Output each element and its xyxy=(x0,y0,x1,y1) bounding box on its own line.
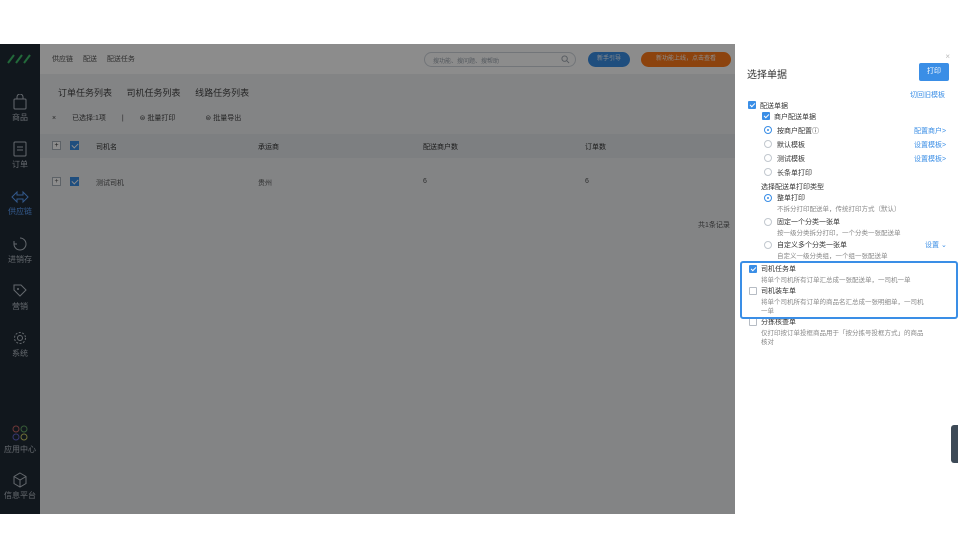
option-label: 测试模板 xyxy=(777,156,805,163)
delivery-doc-checkbox[interactable] xyxy=(748,101,756,109)
print-type-desc: 自定义一级分类组，一个组一张配送单 xyxy=(777,253,888,260)
option-label: 按商户配置ⓘ xyxy=(777,128,819,135)
print-type-label: 固定一个分类一张单 xyxy=(777,219,840,226)
delivery-doc-label: 配送单据 xyxy=(760,103,788,110)
chevron-down-icon: ⌄ xyxy=(940,242,947,249)
print-type-label: 整单打印 xyxy=(777,195,805,202)
switch-template-link[interactable]: 切回旧模板 xyxy=(910,90,945,100)
settings-link[interactable]: 设置 ⌄ xyxy=(925,240,947,250)
app-window: 商品 订单 供应链 进销存 营销 系统 应用中心 信息平台 供应链 配送 配送任… xyxy=(0,44,958,514)
print-button[interactable]: 打印 xyxy=(919,63,949,81)
option-radio[interactable] xyxy=(764,140,772,148)
print-type-desc: 不拆分打印配送单，传统打印方式（默认） xyxy=(777,206,901,213)
merchant-doc-label: 商户配送单据 xyxy=(774,114,816,121)
print-type-title: 选择配送单打印类型 xyxy=(761,184,824,191)
configure-merchant-link[interactable]: 配置商户> xyxy=(914,126,946,136)
merchant-doc-checkbox[interactable] xyxy=(762,112,770,120)
option-radio[interactable] xyxy=(764,168,772,176)
option-label: 长条单打印 xyxy=(777,170,812,177)
settings-label: 设置 xyxy=(925,242,939,249)
sorting-check-desc-2: 核对 xyxy=(761,339,774,346)
modal-overlay[interactable] xyxy=(0,44,735,514)
print-type-label: 自定义多个分类一张单 xyxy=(777,242,847,249)
sorting-check-checkbox[interactable] xyxy=(749,318,757,326)
print-type-radio[interactable] xyxy=(764,194,772,202)
side-handle[interactable] xyxy=(951,425,958,463)
print-type-radio[interactable] xyxy=(764,218,772,226)
set-template-link[interactable]: 设置模板> xyxy=(914,154,946,164)
print-type-desc: 按一级分类拆分打印，一个分类一张配送单 xyxy=(777,230,901,237)
drawer-title: 选择单据 xyxy=(747,70,787,81)
sorting-check-desc: 仅打印按订单投框商品用于「按分拣号投框方式」的商品 xyxy=(761,330,924,337)
print-type-radio[interactable] xyxy=(764,241,772,249)
close-icon[interactable]: × xyxy=(945,52,950,61)
set-template-link[interactable]: 设置模板> xyxy=(914,140,946,150)
option-radio[interactable] xyxy=(764,154,772,162)
highlight-box xyxy=(740,261,958,319)
option-label: 默认模板 xyxy=(777,142,805,149)
option-radio[interactable] xyxy=(764,126,772,134)
